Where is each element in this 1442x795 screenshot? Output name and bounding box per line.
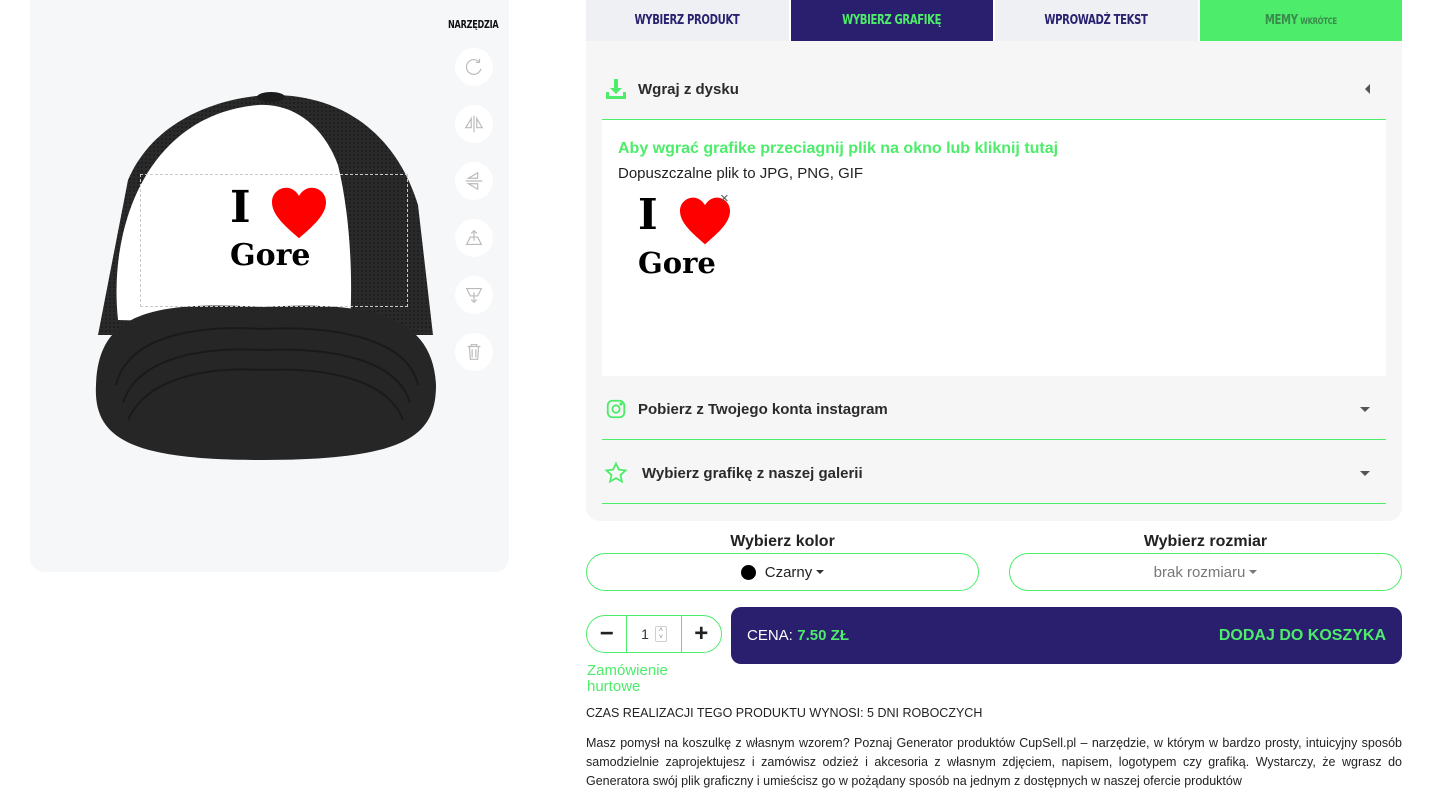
design-text-gore: Gore (230, 238, 311, 273)
allowed-formats: Dopuszczalne plik to JPG, PNG, GIF (618, 165, 864, 182)
send-backward-icon (465, 287, 483, 304)
upload-from-disk-header[interactable]: Wgraj z dysku (602, 75, 1386, 103)
color-value: Czarny (764, 563, 813, 581)
divider (602, 439, 1386, 440)
coming-soon-badge: WKRÓTCE (1300, 17, 1337, 27)
flip-vertical-icon (465, 171, 483, 191)
send-backward-button[interactable] (455, 276, 493, 314)
color-swatch (740, 564, 756, 580)
gallery-title: Wybierz grafikę z naszej galerii (642, 464, 863, 482)
remove-image-button[interactable]: × (720, 190, 729, 207)
tab-choose-graphic[interactable]: WYBIERZ GRAFIKĘ (790, 0, 993, 47)
tab-memes[interactable]: MEMY WKRÓTCE (1199, 0, 1402, 41)
gallery-header[interactable]: Wybierz grafikę z naszej galerii (602, 459, 1386, 487)
delete-button[interactable] (455, 333, 493, 371)
star-icon (602, 459, 630, 487)
color-select[interactable]: Czarny (586, 553, 979, 591)
thumb-text-gore: Gore (638, 246, 716, 280)
tab-choose-product[interactable]: WYBIERZ PRODUKT (586, 0, 789, 41)
dropdown-arrow-icon (1249, 570, 1258, 574)
tab-enter-text[interactable]: WPROWADŹ TEKST (995, 0, 1198, 41)
trash-icon (467, 344, 481, 360)
tab-label: MEMY (1264, 13, 1298, 28)
thumb-text-i: I (638, 190, 658, 239)
size-select[interactable]: brak rozmiaru (1009, 553, 1402, 591)
tab-label: WYBIERZ GRAFIKĘ (842, 13, 942, 28)
rotate-icon (465, 58, 482, 75)
size-value: brak rozmiaru (1153, 563, 1246, 581)
flip-vertical-button[interactable] (455, 162, 493, 200)
increase-quantity-button[interactable]: + (682, 615, 721, 653)
price-value: 7.50 ZŁ (797, 626, 849, 644)
wholesale-order-link[interactable]: Zamówienie hurtowe (587, 663, 697, 695)
tab-label: WPROWADŹ TEKST (1044, 13, 1148, 28)
upload-dropzone[interactable]: Aby wgrać grafike przeciagnij plik na ok… (602, 120, 1386, 376)
design-on-cap[interactable]: I Gore (230, 182, 330, 276)
caret-down-icon (1360, 470, 1370, 476)
tab-label: WYBIERZ PRODUKT (634, 13, 740, 28)
rotate-button[interactable] (455, 48, 493, 86)
step-tabs: WYBIERZ PRODUKT WYBIERZ GRAFIKĘ WPROWADŹ… (586, 0, 1402, 47)
flip-horizontal-icon (464, 115, 484, 133)
heart-icon (272, 187, 326, 239)
instagram-icon (602, 395, 630, 423)
quantity-input[interactable]: 1 ˄ ˅ (626, 615, 682, 653)
quantity-value: 1 (641, 626, 649, 642)
caret-left-icon (1365, 84, 1370, 94)
design-text-i: I (230, 182, 251, 233)
bring-forward-button[interactable] (455, 219, 493, 257)
graphic-panel: Wgraj z dysku Aby wgrać grafike przeciag… (586, 41, 1402, 521)
dropdown-arrow-icon (816, 570, 825, 574)
divider (602, 503, 1386, 504)
size-label: Wybierz rozmiar (1143, 533, 1268, 550)
dropzone-instruction: Aby wgrać grafike przeciagnij plik na ok… (618, 140, 1059, 157)
price-label: CENA: (747, 626, 793, 644)
realization-time: CZAS REALIZACJI TEGO PRODUKTU WYNOSI: 5 … (586, 706, 983, 720)
caret-down-icon (1360, 406, 1370, 412)
bring-forward-icon (465, 229, 483, 246)
upload-title: Wgraj z dysku (638, 80, 739, 98)
add-to-cart-button[interactable]: CENA: 7.50 ZŁ DODAJ DO KOSZYKA (731, 607, 1402, 664)
download-icon (602, 75, 630, 103)
decrease-quantity-button[interactable]: − (587, 615, 626, 653)
flip-horizontal-button[interactable] (455, 105, 493, 143)
tools-label: NARZĘDZIA (448, 18, 499, 31)
product-description: Masz pomysł na koszulkę z własnym wzorem… (586, 736, 1402, 788)
quantity-stepper: − 1 ˄ ˅ + (586, 615, 722, 653)
add-to-cart-label: DODAJ DO KOSZYKA (1218, 626, 1386, 644)
color-label: Wybierz kolor (730, 533, 835, 550)
spinner-icon[interactable]: ˄ ˅ (654, 626, 667, 642)
instagram-title: Pobierz z Twojego konta instagram (638, 400, 888, 418)
instagram-header[interactable]: Pobierz z Twojego konta instagram (602, 395, 1386, 423)
